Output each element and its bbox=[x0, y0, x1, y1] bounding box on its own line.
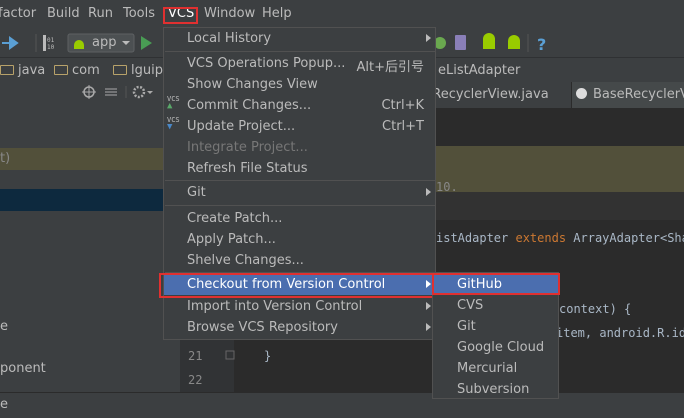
code-item-line: item, android.R.id bbox=[556, 326, 684, 340]
run-config-label: app bbox=[92, 35, 117, 50]
vcs-highlight-box bbox=[163, 7, 198, 24]
run-icon[interactable] bbox=[141, 36, 152, 50]
update-vcs-icon: VCS ▼ bbox=[167, 116, 180, 132]
status-text: e bbox=[0, 397, 8, 412]
tab-baserecyclerview[interactable]: BaseRecyclerView bbox=[572, 82, 684, 108]
menu-item-local-history[interactable]: Local History bbox=[164, 28, 435, 49]
github-highlight-box bbox=[432, 273, 560, 295]
avd-manager-icon[interactable] bbox=[508, 35, 520, 49]
submenu-arrow-icon bbox=[426, 302, 431, 310]
menu-item-commit-changes[interactable]: VCS ▲ Commit Changes... Ctrl+K bbox=[164, 95, 435, 116]
menu-item-shelve-changes[interactable]: Shelve Changes... bbox=[164, 250, 435, 271]
breadcrumb-com[interactable]: com bbox=[54, 63, 100, 78]
menu-window[interactable]: Window bbox=[204, 6, 255, 21]
svg-text:?: ? bbox=[537, 35, 546, 54]
scroll-from-source-icon[interactable] bbox=[82, 85, 96, 99]
device-icon[interactable] bbox=[455, 35, 466, 50]
menu-build[interactable]: Build bbox=[47, 6, 80, 21]
menu-item-browse-vcs-repository[interactable]: Browse VCS Repository bbox=[164, 317, 435, 338]
menu-separator bbox=[165, 51, 436, 52]
breadcrumb-java[interactable]: java bbox=[0, 63, 45, 78]
folder-icon bbox=[54, 65, 68, 75]
menu-run[interactable]: Run bbox=[88, 6, 113, 21]
submenu-item-git[interactable]: Git bbox=[433, 316, 558, 337]
checkout-highlight-box bbox=[159, 273, 438, 298]
project-panel: t) e ponent bbox=[0, 82, 180, 392]
menu-item-apply-patch[interactable]: Apply Patch... bbox=[164, 229, 435, 250]
menu-item-show-changes-view[interactable]: Show Changes View bbox=[164, 74, 435, 95]
menu-item-import-into-vcs[interactable]: Import into Version Control bbox=[164, 296, 435, 317]
menu-item-refresh-file-status[interactable]: Refresh File Status bbox=[164, 158, 435, 179]
menu-refactor[interactable]: factor bbox=[0, 6, 36, 21]
gear-icon[interactable] bbox=[132, 85, 153, 99]
menu-item-vcs-operations-popup[interactable]: VCS Operations Popup... Alt+后引号 bbox=[164, 53, 435, 75]
tree-row-text: t) bbox=[0, 151, 11, 166]
menu-separator bbox=[165, 205, 436, 206]
submenu-item-mercurial[interactable]: Mercurial bbox=[433, 358, 558, 379]
help-icon[interactable]: ? bbox=[537, 35, 546, 54]
status-bar: e bbox=[0, 392, 684, 418]
menu-bar: factor Build Run Tools VCS Window Help bbox=[0, 0, 684, 30]
submenu-item-cvs[interactable]: CVS bbox=[433, 295, 558, 316]
tree-row-highlight[interactable]: t) bbox=[0, 148, 180, 170]
svg-text:10: 10 bbox=[47, 44, 55, 51]
line-number: 22 bbox=[188, 373, 203, 387]
sdk-manager-icon[interactable] bbox=[483, 33, 495, 49]
menu-separator bbox=[165, 180, 436, 181]
breadcrumb-class[interactable]: eListAdapter bbox=[438, 63, 520, 78]
submenu-arrow-icon bbox=[426, 188, 431, 196]
forward-arrow-icon[interactable] bbox=[2, 36, 19, 50]
submenu-arrow-icon bbox=[426, 323, 431, 331]
menu-item-integrate-project: Integrate Project... bbox=[187, 140, 308, 155]
code-ctor-line: context) { bbox=[559, 302, 632, 316]
tree-row-text[interactable]: ponent bbox=[0, 361, 46, 376]
make-project-icon[interactable]: 01 10 bbox=[43, 35, 55, 51]
menu-help[interactable]: Help bbox=[262, 6, 292, 21]
folder-icon bbox=[113, 65, 127, 75]
commit-vcs-icon: VCS ▲ bbox=[167, 95, 180, 111]
collapse-icon[interactable] bbox=[105, 88, 117, 96]
tree-row-selected[interactable] bbox=[0, 189, 180, 211]
line-number: 21 bbox=[188, 349, 203, 363]
submenu-item-google-cloud[interactable]: Google Cloud bbox=[433, 337, 558, 358]
svg-text:01: 01 bbox=[47, 37, 55, 44]
menu-item-git[interactable]: Git bbox=[164, 182, 435, 203]
menu-item-create-patch[interactable]: Create Patch... bbox=[164, 208, 435, 229]
tree-row-text[interactable]: e bbox=[0, 319, 8, 334]
submenu-arrow-icon bbox=[426, 34, 431, 42]
github-icon bbox=[576, 88, 587, 99]
submenu-item-subversion[interactable]: Subversion bbox=[433, 379, 558, 400]
folder-icon bbox=[0, 65, 14, 75]
code-class-line: istAdapter extends ArrayAdapter<Shar bbox=[436, 231, 684, 245]
code-brace: } bbox=[264, 349, 272, 363]
menu-tools[interactable]: Tools bbox=[123, 6, 155, 21]
tab-recyclerview[interactable]: dRecyclerView.java bbox=[424, 82, 571, 108]
fold-marker-icon[interactable] bbox=[224, 349, 244, 369]
menu-item-update-project[interactable]: VCS ▼ Update Project... Ctrl+T bbox=[164, 116, 435, 137]
